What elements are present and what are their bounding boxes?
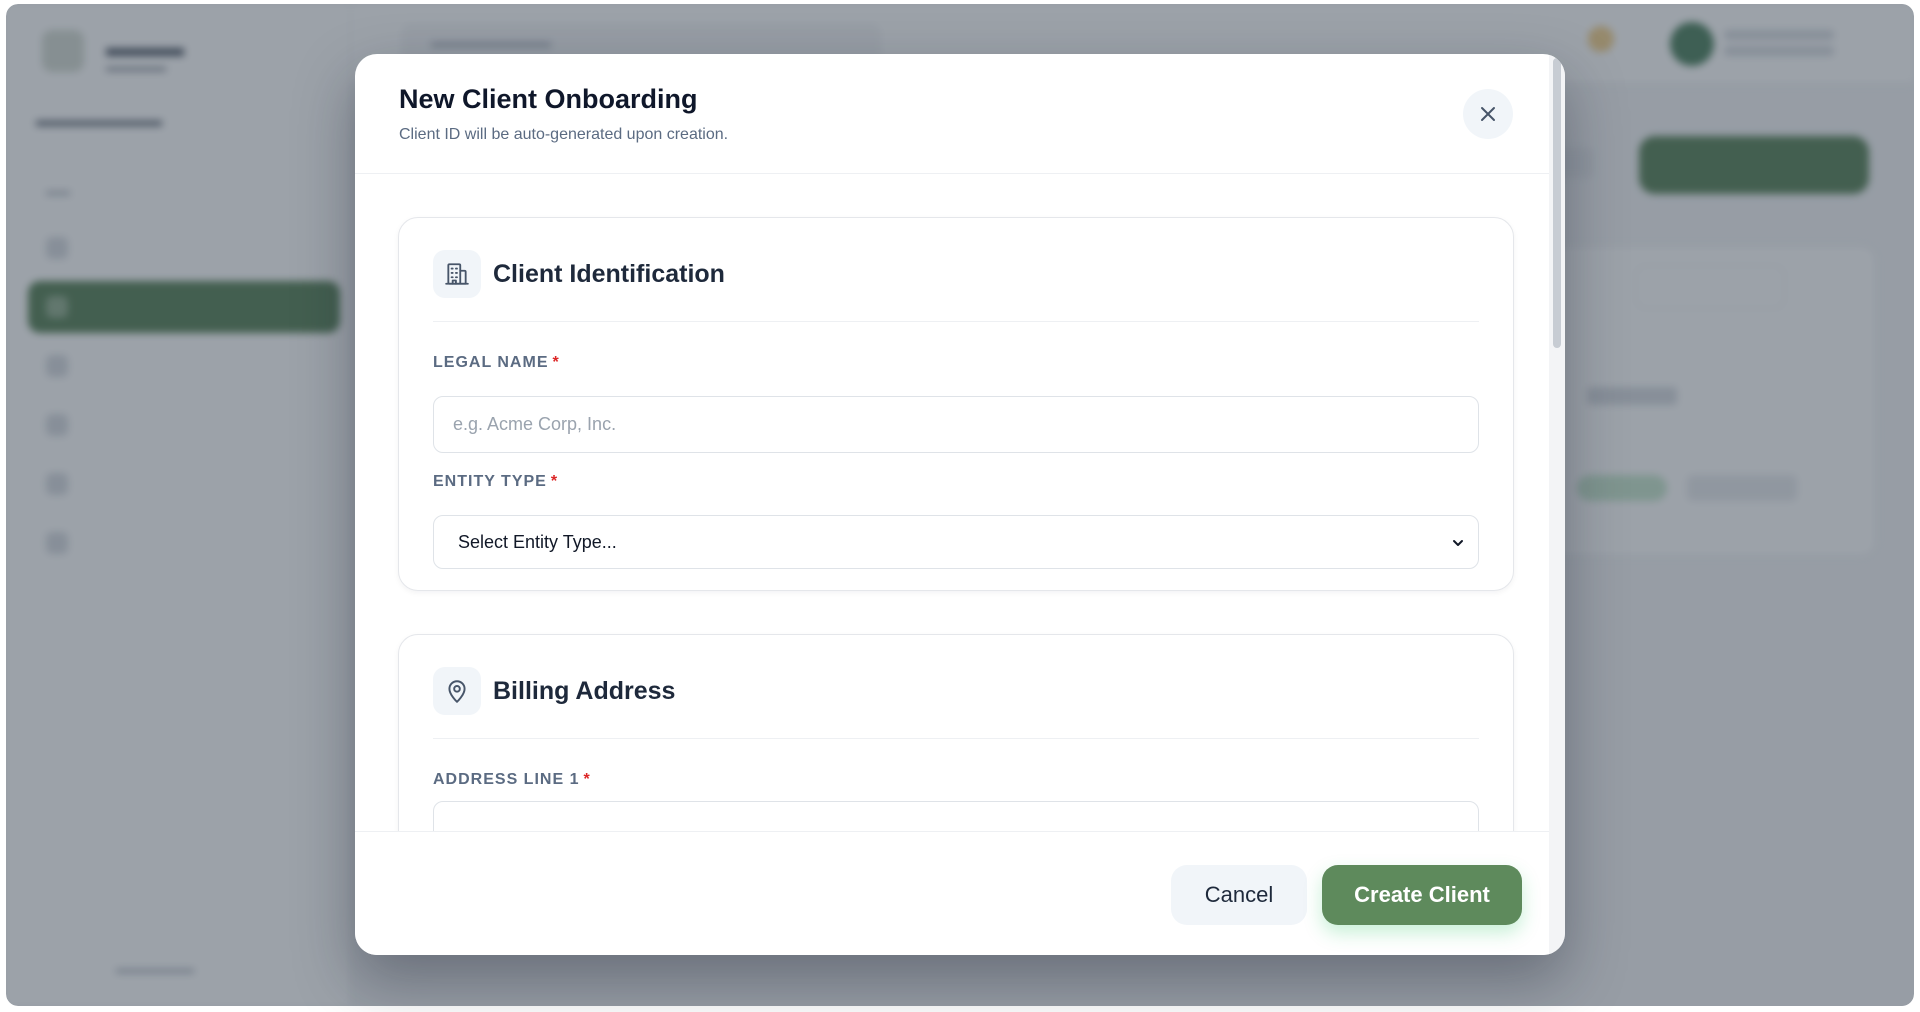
- modal-header: New Client Onboarding Client ID will be …: [355, 54, 1565, 174]
- entity-type-label-text: ENTITY TYPE: [433, 473, 547, 490]
- required-marker: *: [550, 473, 559, 490]
- entity-type-select[interactable]: Select Entity Type...: [433, 515, 1479, 569]
- legal-name-label: LEGAL NAME *: [433, 354, 560, 372]
- new-client-modal: New Client Onboarding Client ID will be …: [355, 54, 1565, 955]
- close-icon: [1481, 107, 1495, 121]
- close-button[interactable]: [1463, 89, 1513, 139]
- required-marker: *: [552, 354, 560, 371]
- modal-footer: Cancel Create Client: [355, 831, 1549, 955]
- modal-subtitle: Client ID will be auto-generated upon cr…: [399, 126, 729, 143]
- modal-scrollbar-thumb[interactable]: [1553, 58, 1561, 348]
- legal-name-label-text: LEGAL NAME: [433, 354, 549, 371]
- legal-name-input[interactable]: [433, 396, 1479, 453]
- modal-title: New Client Onboarding: [399, 84, 698, 114]
- section-title: Client Identification: [493, 260, 725, 288]
- address-line-1-input[interactable]: [433, 801, 1479, 831]
- create-client-button[interactable]: Create Client: [1322, 865, 1522, 925]
- building-icon: [445, 263, 469, 285]
- entity-type-label: ENTITY TYPE *: [433, 473, 558, 491]
- address-line-1-label: ADDRESS LINE 1 *: [433, 771, 591, 789]
- map-pin-icon: [448, 680, 466, 703]
- billing-address-section: Billing Address ADDRESS LINE 1 *: [398, 634, 1514, 831]
- section-header: Billing Address: [433, 667, 1479, 739]
- entity-type-selected-value: Select Entity Type...: [458, 531, 617, 552]
- address-line-1-label-text: ADDRESS LINE 1: [433, 771, 580, 788]
- chevron-down-icon: [1453, 540, 1463, 546]
- client-identification-section: Client Identification LEGAL NAME* ENTITY…: [398, 217, 1514, 591]
- modal-body[interactable]: Client Identification LEGAL NAME* ENTITY…: [355, 174, 1549, 831]
- cancel-button[interactable]: Cancel: [1171, 865, 1307, 925]
- section-header: Client Identification: [433, 250, 1479, 322]
- required-marker: *: [583, 771, 591, 788]
- section-title: Billing Address: [493, 677, 676, 705]
- section-icon-wrapper: [433, 250, 481, 298]
- section-icon-wrapper: [433, 667, 481, 715]
